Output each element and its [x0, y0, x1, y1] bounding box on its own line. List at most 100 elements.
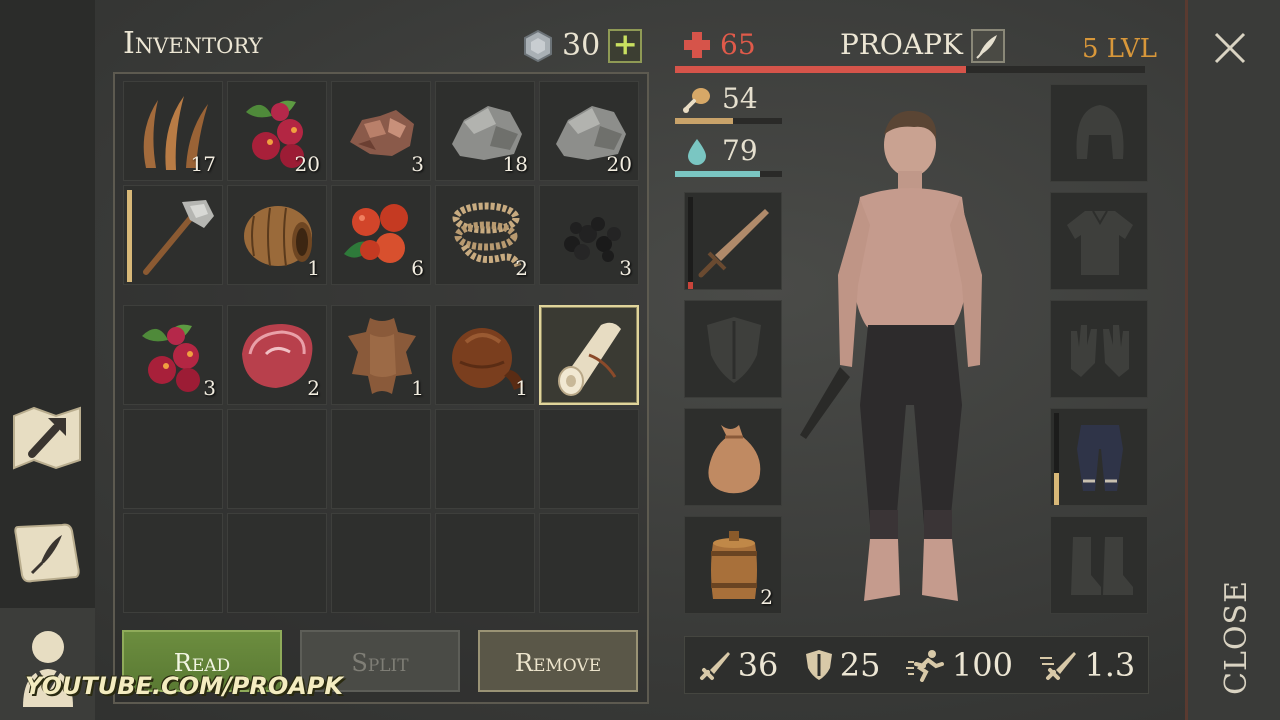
silver-coin-icon [524, 29, 552, 62]
food-drumstick-icon [683, 87, 710, 113]
durability-fill [1054, 472, 1059, 505]
inventory-slot-rope[interactable]: 2 [435, 185, 535, 285]
attack-sword-icon [699, 652, 730, 680]
left-tab-bar [0, 0, 95, 720]
defense-value: 25 [839, 646, 881, 684]
watermark-text: YOUTUBE.COM/PROAPK [25, 672, 343, 700]
item-count: 3 [411, 152, 424, 176]
map-hammer-icon [13, 406, 81, 470]
inventory-slot-empty[interactable] [123, 513, 223, 613]
item-count: 18 [502, 152, 528, 176]
inventory-slot-water-flask[interactable]: 1 [435, 305, 535, 405]
coin-counter: 30 + [522, 28, 643, 63]
add-coins-button[interactable]: + [608, 28, 643, 63]
inventory-title: Inventory [123, 26, 263, 61]
defense-shield-icon [805, 650, 832, 680]
attack-speed-stat: 1.3 [1038, 646, 1135, 684]
inventory-slot-copper-ore[interactable]: 3 [331, 81, 431, 181]
inventory-slot-berries[interactable]: 20 [227, 81, 327, 181]
inventory-slot-raw-meat[interactable]: 2 [227, 305, 327, 405]
equip-slot-gloves-empty[interactable] [1050, 300, 1148, 398]
equip-slot-pants[interactable] [1050, 408, 1148, 506]
close-icon[interactable] [1210, 28, 1250, 68]
remove-button[interactable]: Remove [478, 630, 638, 692]
equip-slot-shield-empty[interactable] [684, 300, 782, 398]
health-cross-icon [684, 31, 710, 58]
player-name: PROAPK [840, 28, 963, 61]
inventory-slot-rose-hips[interactable]: 6 [331, 185, 431, 285]
water-stat: 79 [682, 134, 758, 167]
inventory-slot-empty[interactable] [123, 409, 223, 509]
inventory-slot-plant-fiber[interactable]: 17 [123, 81, 223, 181]
inventory-slot-empty[interactable] [331, 409, 431, 509]
health-stat: 65 [682, 28, 756, 61]
item-count: 1 [411, 376, 424, 400]
running-man-icon [905, 650, 944, 682]
item-count: 20 [294, 152, 320, 176]
tab-crafting[interactable] [10, 400, 84, 474]
equip-slot-sword[interactable] [684, 192, 782, 290]
item-count: 1 [515, 376, 528, 400]
attack-stat: 36 [698, 646, 779, 684]
inventory-slot-barrel[interactable]: 1 [227, 185, 327, 285]
inventory-slot-scroll[interactable] [539, 305, 639, 405]
food-bar-fill [675, 118, 733, 124]
inventory-slot-stone[interactable]: 20 [539, 81, 639, 181]
inventory-slot-empty[interactable] [435, 513, 535, 613]
inventory-slot-berries[interactable]: 3 [123, 305, 223, 405]
tab-character[interactable] [0, 608, 95, 720]
water-drop-icon [688, 138, 706, 165]
item-count: 2 [760, 585, 773, 609]
water-value: 79 [722, 134, 758, 167]
inventory-slot-empty[interactable] [435, 409, 535, 509]
player-level: 5 LVL [1082, 34, 1158, 64]
item-count: 2 [307, 376, 320, 400]
quill-icon [976, 35, 997, 59]
inventory-slot-stone-axe[interactable] [123, 185, 223, 285]
defense-stat: 25 [804, 646, 881, 684]
character-model [800, 110, 982, 601]
health-value: 65 [720, 28, 756, 61]
durability-bar [1054, 413, 1059, 505]
equip-slot-keg[interactable]: 2 [684, 516, 782, 614]
inventory-slot-coal[interactable]: 3 [539, 185, 639, 285]
inventory-slot-empty[interactable] [331, 513, 431, 613]
swift-sword-icon [1040, 652, 1077, 680]
equip-slot-helmet-empty[interactable] [1050, 84, 1148, 182]
tab-journal[interactable] [10, 515, 84, 589]
attack-speed-value: 1.3 [1084, 646, 1136, 684]
food-bar [675, 118, 782, 124]
speed-stat: 100 [905, 646, 1013, 684]
durability-fill [688, 281, 693, 289]
item-count: 20 [606, 152, 632, 176]
combat-stats-bar: 36 25 100 1.3 [684, 636, 1149, 694]
coin-amount: 30 [562, 28, 601, 63]
equip-slot-boots-empty[interactable] [1050, 516, 1148, 614]
close-label[interactable]: CLOSE [1219, 580, 1254, 695]
health-bar [675, 66, 1145, 73]
durability-bar [688, 197, 693, 289]
attack-value: 36 [737, 646, 779, 684]
close-panel[interactable]: CLOSE [1185, 0, 1280, 720]
item-count: 3 [619, 256, 632, 280]
health-bar-fill [675, 66, 967, 73]
inventory-slot-leather[interactable]: 1 [331, 305, 431, 405]
inventory-slot-empty[interactable] [539, 409, 639, 509]
equip-slot-chest-empty[interactable] [1050, 192, 1148, 290]
inventory-slot-empty[interactable] [227, 513, 327, 613]
speed-value: 100 [951, 646, 1013, 684]
food-value: 54 [722, 82, 758, 115]
item-count: 17 [190, 152, 216, 176]
water-bar-fill [675, 171, 760, 177]
item-count: 6 [411, 256, 424, 280]
inventory-slot-empty[interactable] [539, 513, 639, 613]
scroll-quill-icon [14, 523, 80, 583]
item-count: 2 [515, 256, 528, 280]
inventory-slot-empty[interactable] [227, 409, 327, 509]
item-count: 3 [203, 376, 216, 400]
inventory-slot-stone[interactable]: 18 [435, 81, 535, 181]
item-count: 1 [307, 256, 320, 280]
food-stat: 54 [682, 82, 758, 115]
rename-button[interactable] [971, 29, 1005, 63]
equip-slot-sack[interactable] [684, 408, 782, 506]
